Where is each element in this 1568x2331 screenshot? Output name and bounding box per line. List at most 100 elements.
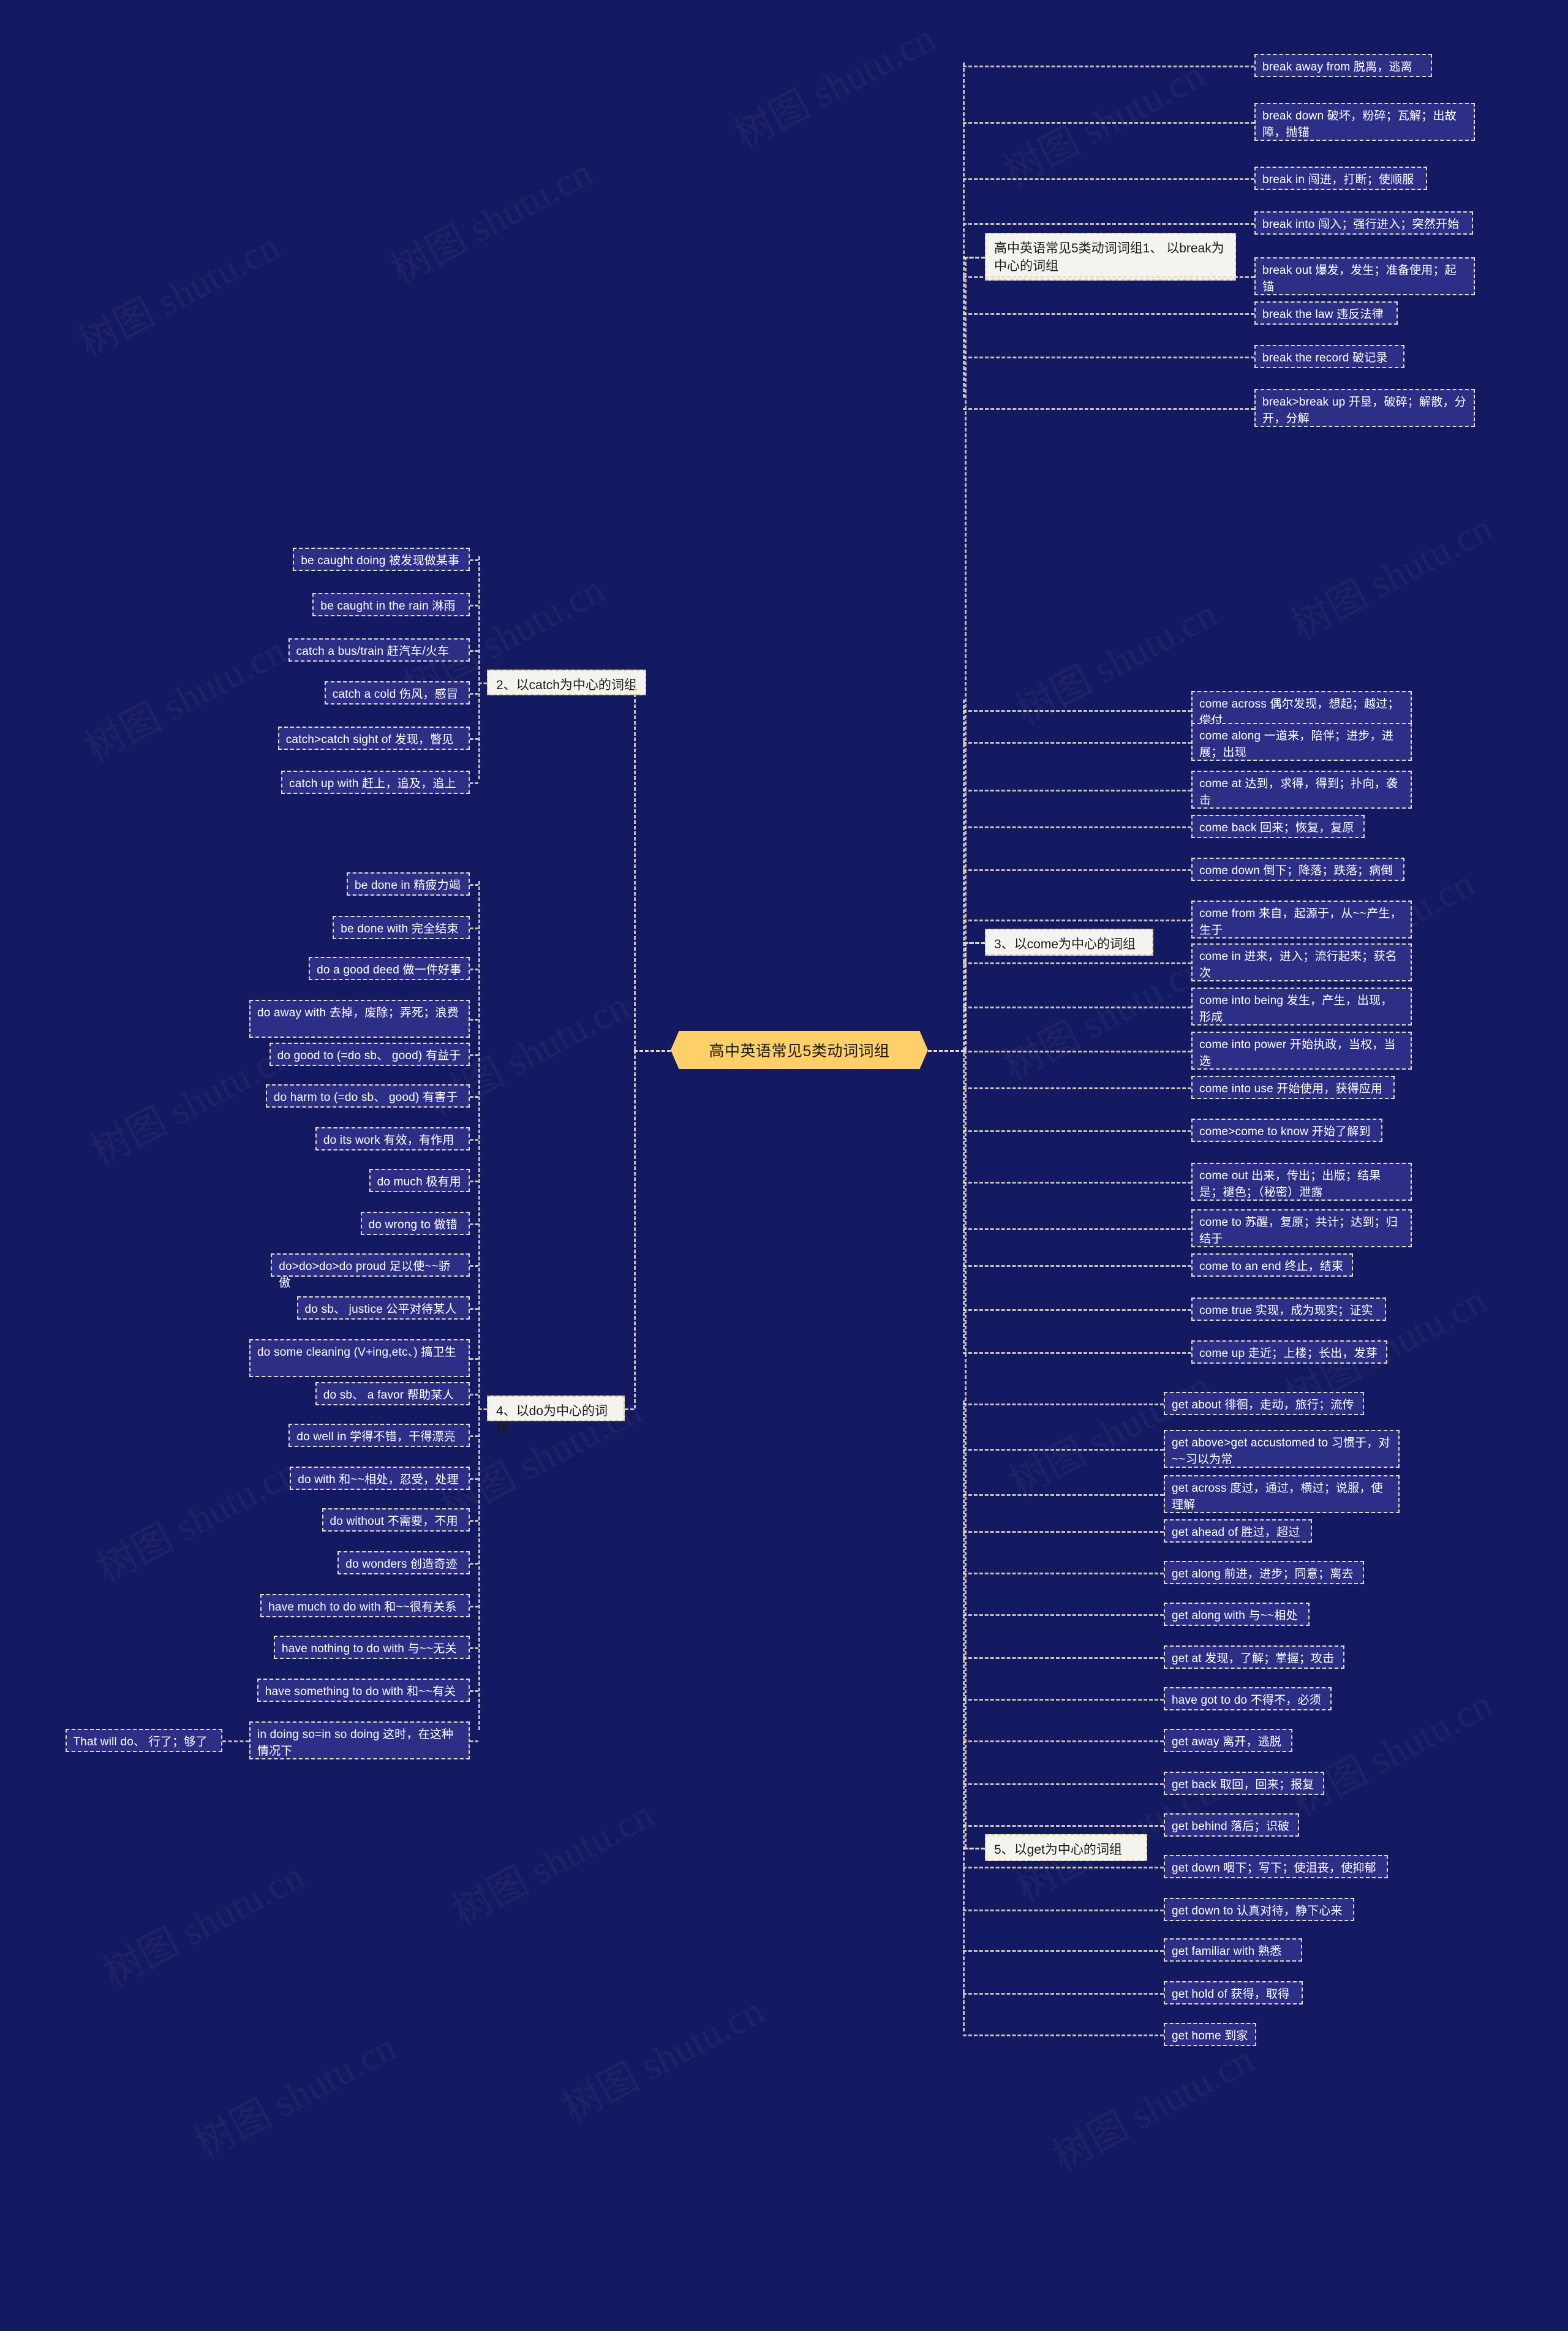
leaf-node[interactable]: come into being 发生，产生，出现，形成 xyxy=(1191,988,1412,1026)
connector-horizontal xyxy=(470,1019,478,1021)
connector-horizontal xyxy=(963,710,1191,712)
leaf-node[interactable]: break away from 脱离，逃离 xyxy=(1254,54,1432,77)
connector-horizontal xyxy=(963,2034,1164,2036)
connector-horizontal xyxy=(963,276,1254,278)
leaf-node[interactable]: break out 爆发，发生；准备使用；起锚 xyxy=(1254,257,1475,295)
leaf-node[interactable]: get ahead of 胜过，超过 xyxy=(1164,1519,1312,1543)
branch-label-come[interactable]: 3、以come为中心的词组 xyxy=(985,929,1153,956)
leaf-node[interactable]: do wonders 创造奇迹 xyxy=(337,1551,470,1574)
leaf-node[interactable]: break in 闯进，打断；使顺服 xyxy=(1254,167,1427,190)
leaf-node[interactable]: do with 和~~相处，忍受，处理 xyxy=(290,1467,470,1490)
leaf-node[interactable]: break the record 破记录 xyxy=(1254,345,1405,368)
leaf-node[interactable]: get behind 落后；识破 xyxy=(1164,1813,1299,1837)
leaf-node[interactable]: come out 出来，传出；出版；结果是；褪色；（秘密）泄露 xyxy=(1191,1163,1412,1201)
leaf-node[interactable]: be caught in the rain 淋雨 xyxy=(312,593,470,616)
connector-vertical xyxy=(478,881,480,1730)
leaf-node[interactable]: come down 倒下；降落；跌落；病倒 xyxy=(1191,858,1404,881)
leaf-node[interactable]: have got to do 不得不，必须 xyxy=(1164,1687,1332,1710)
connector-vertical xyxy=(965,257,967,1050)
leaf-node[interactable]: come true 实现，成为现实；证实 xyxy=(1191,1298,1386,1321)
connector-horizontal xyxy=(963,1087,1191,1089)
branch-label-catch[interactable]: 2、以catch为中心的词组 xyxy=(487,670,646,695)
leaf-node[interactable]: catch a cold 伤风，感冒 xyxy=(324,681,470,705)
connector-horizontal xyxy=(470,1054,478,1056)
leaf-node[interactable]: do>do>do>do proud 足以使~~骄傲 xyxy=(271,1253,470,1290)
leaf-node[interactable]: get down to 认真对待，静下心来 xyxy=(1164,1898,1354,1921)
branch-label-break[interactable]: 高中英语常见5类动词词组1、 以break为中心的词组 xyxy=(985,233,1236,281)
leaf-node[interactable]: get along with 与~~相处 xyxy=(1164,1603,1310,1626)
connector-horizontal xyxy=(470,559,478,561)
leaf-node[interactable]: get home 到家 xyxy=(1164,2023,1257,2046)
leaf-node[interactable]: be done in 精疲力竭 xyxy=(347,872,470,896)
connector-horizontal xyxy=(470,1740,478,1742)
leaf-node[interactable]: get about 徘徊，走动，旅行；流传 xyxy=(1164,1392,1364,1415)
leaf-node[interactable]: do sb、 justice 公平对待某人 xyxy=(296,1296,470,1320)
connector-horizontal xyxy=(963,1309,1191,1311)
leaf-node[interactable]: have much to do with 和~~很有关系 xyxy=(260,1594,470,1617)
connector-horizontal xyxy=(470,1520,478,1522)
leaf-node[interactable]: do sb、 a favor 帮助某人 xyxy=(315,1382,470,1405)
leaf-node[interactable]: come>come to know 开始了解到 xyxy=(1191,1119,1383,1142)
leaf-node[interactable]: come into power 开始执政，当权，当选 xyxy=(1191,1032,1412,1070)
leaf-node[interactable]: come back 回来；恢复，复原 xyxy=(1191,815,1365,838)
leaf-node[interactable]: come from 来自，起源于，从~~产生，生于 xyxy=(1191,901,1412,939)
root-node[interactable]: 高中英语常见5类动词词组 xyxy=(671,1031,928,1069)
connector-horizontal xyxy=(963,1783,1164,1785)
branch-label-get[interactable]: 5、以get为中心的词组 xyxy=(985,1834,1147,1861)
watermark: 树图 shutu.cn xyxy=(86,1440,306,1593)
leaf-node[interactable]: come to 苏醒，复原；共计；达到；归结于 xyxy=(1191,1209,1412,1247)
leaf-node[interactable]: catch a bus/train 赶汽车/火车 xyxy=(288,638,470,662)
leaf-node[interactable]: come along 一道来，陪伴；进步，进展；出现 xyxy=(1191,723,1412,761)
leaf-node[interactable]: do some cleaning (V+ing,etc、) 搞卫生 xyxy=(249,1339,470,1377)
watermark: 树图 shutu.cn xyxy=(723,7,943,160)
leaf-node[interactable]: come at 达到，求得，得到；扑向，袭击 xyxy=(1191,771,1412,809)
leaf-node[interactable]: in doing so=in so doing 这时，在这种情况下 xyxy=(249,1721,470,1759)
connector-horizontal xyxy=(963,1130,1191,1132)
leaf-node[interactable]: do good to (=do sb、 good) 有益于 xyxy=(269,1043,470,1066)
connector-horizontal xyxy=(963,1573,1164,1574)
leaf-node[interactable]: do without 不需要，不用 xyxy=(322,1508,470,1532)
leaf-node[interactable]: get above>get accustomed to 习惯于，对~~习以为常 xyxy=(1164,1430,1400,1468)
leaf-node[interactable]: do harm to (=do sb、 good) 有害于 xyxy=(265,1084,470,1108)
connector-horizontal xyxy=(963,1494,1164,1496)
leaf-node[interactable]: do wrong to 做错 xyxy=(360,1212,470,1235)
leaf-node[interactable]: get hold of 获得，取得 xyxy=(1164,1981,1303,2004)
leaf-node[interactable]: come in 进来，进入；流行起来；获名次 xyxy=(1191,943,1412,981)
connector-horizontal xyxy=(470,693,478,695)
connector-horizontal xyxy=(963,1848,985,1849)
leaf-node[interactable]: break down 破坏，粉碎；瓦解；出故障，抛锚 xyxy=(1254,103,1475,141)
leaf-node[interactable]: do a good deed 做一件好事 xyxy=(309,957,470,980)
leaf-node[interactable]: get away 离开，逃脱 xyxy=(1164,1729,1292,1752)
leaf-node[interactable]: get at 发现，了解；掌握；攻击 xyxy=(1164,1645,1345,1669)
leaf-node[interactable]: get familiar with 熟悉 xyxy=(1164,1938,1302,1962)
leaf-child-node[interactable]: That will do、 行了；够了 xyxy=(65,1729,222,1752)
leaf-node[interactable]: be caught doing 被发现做某事 xyxy=(293,548,470,571)
leaf-node[interactable]: be done with 完全结束 xyxy=(333,916,470,939)
leaf-node[interactable]: catch>catch sight of 发现，瞥见 xyxy=(277,727,470,750)
connector-horizontal xyxy=(963,1449,1164,1451)
leaf-node[interactable]: break the law 违反法律 xyxy=(1254,301,1398,325)
leaf-node[interactable]: get down 咽下；写下；使沮丧，使抑郁 xyxy=(1164,1855,1388,1878)
leaf-node[interactable]: come to an end 终止，结束 xyxy=(1191,1253,1354,1277)
leaf-node[interactable]: do away with 去掉，废除；弄死；浪费 xyxy=(249,1000,470,1038)
branch-label-do[interactable]: 4、以do为中心的词组 xyxy=(487,1396,625,1436)
leaf-node[interactable]: catch up with 赶上，追及，追上 xyxy=(281,771,470,794)
leaf-node[interactable]: do much 极有用 xyxy=(369,1169,470,1192)
connector-horizontal xyxy=(470,1394,478,1396)
connector-horizontal xyxy=(470,1690,478,1692)
leaf-node[interactable]: get along 前进，进步；同意；离去 xyxy=(1164,1561,1364,1584)
leaf-node[interactable]: do well in 学得不错，干得漂亮 xyxy=(288,1424,470,1447)
leaf-node[interactable]: have nothing to do with 与~~无关 xyxy=(274,1636,470,1659)
leaf-node[interactable]: do its work 有效，有作用 xyxy=(315,1127,470,1150)
leaf-node[interactable]: come into use 开始使用，获得应用 xyxy=(1191,1076,1395,1099)
leaf-node[interactable]: come up 走近；上楼；长出，发芽 xyxy=(1191,1340,1388,1364)
leaf-node[interactable]: get back 取回，回来；报复 xyxy=(1164,1772,1325,1795)
connector-horizontal xyxy=(963,1265,1191,1267)
leaf-node[interactable]: get across 度过，通过，横过；说服，使理解 xyxy=(1164,1475,1400,1513)
leaf-node[interactable]: have something to do with 和~~有关 xyxy=(257,1679,470,1702)
leaf-node[interactable]: break into 闯入；强行进入；突然开始 xyxy=(1254,211,1473,235)
connector-horizontal xyxy=(963,1910,1164,1911)
connector-horizontal xyxy=(478,1408,487,1410)
leaf-node[interactable]: break>break up 开垦，破碎；解散，分开，分解 xyxy=(1254,389,1475,427)
connector-horizontal xyxy=(963,1825,1164,1827)
